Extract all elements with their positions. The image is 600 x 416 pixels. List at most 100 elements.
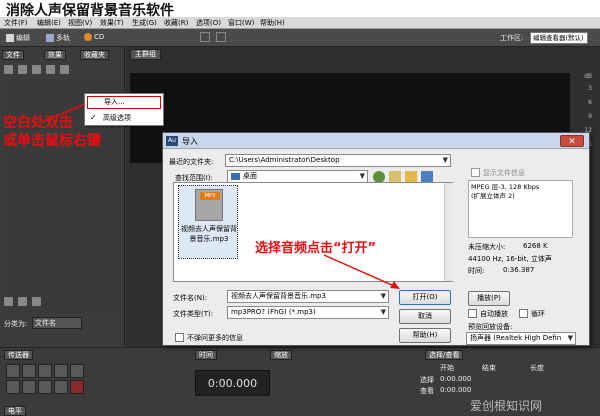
tab-time[interactable]: 时间 bbox=[195, 350, 217, 360]
db-tick-label: dB bbox=[584, 73, 592, 80]
recent-folders-label: 最近的文件夹: bbox=[169, 158, 214, 166]
workspace-select[interactable]: 编辑查看器(默认) bbox=[530, 32, 588, 44]
desktop-icon bbox=[231, 172, 240, 180]
menu-bar: 文件(F) 编辑(E) 视图(V) 效果(T) 生成(G) 收藏(R) 选项(O… bbox=[0, 17, 600, 29]
preview-device-select[interactable]: 扬声器 (Realtek High Defin ▼ bbox=[466, 332, 576, 345]
pause-button[interactable] bbox=[38, 364, 52, 378]
view-start-value[interactable]: 0:00.000 bbox=[440, 386, 471, 394]
multitrack-mode-button[interactable]: 多轨 bbox=[46, 33, 70, 43]
menu-generate[interactable]: 生成(G) bbox=[132, 18, 157, 28]
sort-select[interactable]: 文件名 bbox=[32, 317, 82, 329]
cancel-button[interactable]: 取消 bbox=[399, 309, 451, 324]
duration-value: 0:36.387 bbox=[503, 266, 535, 274]
open-button[interactable]: 打开(O) bbox=[399, 290, 451, 305]
recent-folders-select[interactable]: C:\Users\Administrator\Desktop ▼ bbox=[225, 154, 451, 167]
show-info-checkbox[interactable] bbox=[471, 168, 480, 177]
forward-button[interactable] bbox=[38, 380, 52, 394]
cd-mode-button[interactable]: CD bbox=[84, 33, 104, 41]
loop-button[interactable] bbox=[70, 364, 84, 378]
tab-transport[interactable]: 传送器 bbox=[4, 350, 33, 360]
filename-value: 视频去人声保留背景音乐.mp3 bbox=[231, 292, 326, 300]
file-info-box: MPEG 层-3, 128 Kbps (扩展立体声 2) bbox=[468, 180, 573, 238]
workspace-label: 工作区: bbox=[500, 34, 524, 42]
close-file-icon[interactable] bbox=[32, 65, 41, 74]
stop-button[interactable] bbox=[6, 364, 20, 378]
menu-file[interactable]: 文件(F) bbox=[4, 18, 28, 28]
start-column-label: 开始 bbox=[440, 364, 454, 372]
duration-label: 时间: bbox=[468, 267, 485, 275]
edit-mode-button[interactable]: 编辑 bbox=[6, 33, 30, 43]
record-button[interactable] bbox=[70, 380, 84, 394]
multitrack-label: 多轨 bbox=[56, 34, 70, 42]
selection-row-label: 选择 bbox=[420, 376, 434, 384]
loop-checkbox[interactable] bbox=[519, 309, 528, 318]
app-icon: Au bbox=[166, 136, 178, 146]
go-start-button[interactable] bbox=[6, 380, 20, 394]
toolbar: 编辑 多轨 CD 工作区: 编辑查看器(默认) bbox=[0, 29, 600, 47]
menu-favorites[interactable]: 收藏(R) bbox=[164, 18, 188, 28]
audio-format-line: 44100 Hz, 16-bit, 立体声 bbox=[468, 255, 552, 263]
tab-effects[interactable]: 效果 bbox=[44, 50, 66, 60]
play-button[interactable] bbox=[22, 364, 36, 378]
length-column-label: 长度 bbox=[530, 364, 544, 372]
play-to-end-button[interactable] bbox=[54, 364, 68, 378]
tool-icon-2[interactable] bbox=[216, 32, 226, 42]
menu-window[interactable]: 窗口(W) bbox=[228, 18, 254, 28]
menu-edit[interactable]: 编辑(E) bbox=[37, 18, 61, 28]
edit-file-icon[interactable] bbox=[60, 65, 69, 74]
no-more-info-label: 不弹问更多的信息 bbox=[187, 334, 243, 342]
menu-options[interactable]: 选项(O) bbox=[196, 18, 221, 28]
no-more-info-checkbox[interactable] bbox=[175, 333, 184, 342]
file-list-scrollbar[interactable] bbox=[444, 183, 453, 281]
tab-zoom[interactable]: 缩放 bbox=[270, 350, 292, 360]
recent-folders-value: C:\Users\Administrator\Desktop bbox=[229, 156, 340, 164]
context-menu-import[interactable]: 导入... bbox=[87, 96, 161, 109]
chevron-down-icon: ▼ bbox=[380, 308, 386, 316]
file-list[interactable]: MP3 视频去人声保留背景音乐.mp3 bbox=[173, 182, 453, 282]
uncompressed-size-label: 未压缩大小: bbox=[468, 243, 506, 251]
loop-preview-icon[interactable] bbox=[18, 297, 27, 306]
play-preview-icon[interactable] bbox=[4, 297, 13, 306]
sort-value: 文件名 bbox=[35, 319, 56, 327]
open-file-icon[interactable] bbox=[4, 65, 13, 74]
view-row-label: 查看 bbox=[420, 387, 434, 395]
tab-selection[interactable]: 选择/查看 bbox=[425, 350, 464, 360]
file-item[interactable]: MP3 视频去人声保留背景音乐.mp3 bbox=[178, 185, 238, 259]
menu-help[interactable]: 帮助(H) bbox=[260, 18, 285, 28]
watermark: 爱创根知识网 bbox=[470, 399, 543, 413]
menu-view[interactable]: 视图(V) bbox=[68, 18, 92, 28]
preview-device-value: 扬声器 (Realtek High Defin bbox=[470, 334, 562, 342]
end-column-label: 结束 bbox=[482, 364, 496, 372]
file-name: 视频去人声保留背景音乐.mp3 bbox=[181, 225, 237, 243]
selection-start-value[interactable]: 0:00.000 bbox=[440, 375, 471, 383]
cd-label: CD bbox=[94, 33, 105, 41]
edit-view-icon bbox=[6, 34, 14, 42]
autoplay-checkbox[interactable] bbox=[468, 309, 477, 318]
chevron-down-icon: ▼ bbox=[380, 292, 386, 300]
preview-device-label: 预览回放设备: bbox=[468, 323, 513, 331]
filetype-select[interactable]: mp3PRO? (FhG) (*.mp3) ▼ bbox=[227, 306, 389, 319]
show-info-label: 显示文件信息 bbox=[483, 169, 525, 177]
help-button[interactable]: 帮助(H) bbox=[399, 328, 451, 343]
loop-label: 循环 bbox=[531, 310, 545, 318]
workspace-value: 编辑查看器(默认) bbox=[533, 34, 584, 42]
sort-label: 分类为: bbox=[4, 320, 28, 328]
go-end-button[interactable] bbox=[54, 380, 68, 394]
chevron-down-icon: ▼ bbox=[567, 334, 573, 342]
annotation-left-line2: 或单击鼠标右键 bbox=[3, 133, 101, 149]
edit-mode-label: 编辑 bbox=[16, 34, 30, 42]
import-icon[interactable] bbox=[18, 65, 27, 74]
menu-effects[interactable]: 效果(T) bbox=[100, 18, 124, 28]
tab-files[interactable]: 文件 bbox=[2, 50, 24, 60]
db-tick-label: 3 bbox=[588, 85, 592, 92]
close-icon[interactable]: ✕ bbox=[560, 135, 584, 147]
dialog-title-bar: Au 导入 ✕ bbox=[163, 133, 589, 149]
tab-favorites[interactable]: 收藏夹 bbox=[80, 50, 109, 60]
rewind-button[interactable] bbox=[22, 380, 36, 394]
file-type-badge: MP3 bbox=[200, 192, 220, 200]
play-preview-button[interactable]: 播放(P) bbox=[468, 291, 510, 306]
insert-icon[interactable] bbox=[46, 65, 55, 74]
tool-icon-1[interactable] bbox=[200, 32, 210, 42]
tab-main-group[interactable]: 主群组 bbox=[130, 49, 161, 60]
auto-play-icon[interactable] bbox=[32, 297, 41, 306]
